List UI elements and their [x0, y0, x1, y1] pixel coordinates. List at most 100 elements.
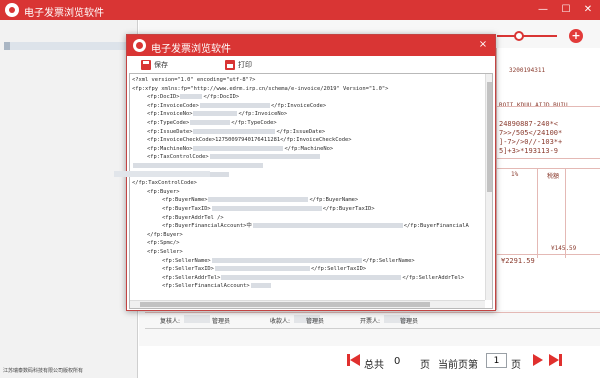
drawer-value: 管理员: [400, 318, 419, 325]
xml-text: <?xml version="1.0" encoding="utf-8"?>: [132, 77, 256, 83]
first-page-icon[interactable]: [347, 353, 361, 367]
xml-line: <fp:SellerFinancialAccount>: [162, 282, 272, 290]
app-title: 电子发票浏览软件: [24, 8, 104, 19]
xml-line: <fp:BuyerName> </fp:BuyerName>: [162, 196, 358, 204]
payee-label: 收款人:: [270, 318, 291, 325]
xml-line: <fp:Spmc/>: [147, 239, 179, 247]
dialog-close-button[interactable]: ×: [476, 38, 490, 52]
xml-line: <fp:xfpy xmlns:fp="http://www.edrm.irp.c…: [132, 85, 388, 93]
redacted-block: [193, 111, 238, 117]
save-button[interactable]: 保存: [141, 59, 168, 71]
xml-line: [132, 162, 264, 170]
xml-text: <fp:IssueDate>: [147, 128, 193, 135]
cipher-line: 24890887-240*<: [499, 120, 559, 128]
xml-text: </fp:SellerName>: [362, 257, 415, 264]
xml-line: <fp:SellerAddrTel> </fp:SellerAddrTel>: [162, 274, 464, 282]
dialog-logo-icon: [133, 39, 146, 52]
xml-line: <fp:DocID> </fp:DocID>: [147, 93, 239, 101]
xml-text: </fp:BuyerTaxID>: [322, 206, 375, 212]
xml-line: <fp:TaxControlCode>: [147, 153, 321, 161]
save-icon: [141, 60, 151, 70]
total-pages-label: 总共: [364, 360, 384, 371]
xml-line: <fp:InvoiceCode> </fp:InvoiceCode>: [147, 102, 326, 110]
cipher-line: 5]+3>*193113-9: [499, 147, 559, 155]
xml-text: <fp:SellerName>: [162, 257, 211, 264]
xml-line: <fp:TypeCode> </fp:TypeCode>: [147, 119, 277, 127]
invoice-divider: [497, 106, 600, 107]
scrollbar-thumb[interactable]: [140, 302, 430, 307]
last-page-icon[interactable]: [549, 353, 563, 367]
xml-text: <fp:InvoiceNo>: [147, 111, 193, 118]
next-page-icon[interactable]: [533, 353, 543, 367]
xml-text: </fp:SellerAddrTel>: [402, 274, 465, 281]
xml-text: <fp:TaxControlCode>: [147, 154, 209, 161]
xml-text: </fp:SellerTaxID>: [310, 266, 367, 273]
xml-text: </fp:InvoiceCode>: [270, 102, 327, 109]
print-icon: [225, 60, 235, 70]
xml-text: <fp:Buyer>: [147, 188, 180, 195]
drawer-label: 开票人:: [360, 318, 381, 325]
xml-line: <fp:MachineNo> </fp:MachineNo>: [147, 145, 333, 153]
xml-text: <fp:SellerTaxID>: [162, 266, 214, 273]
vertical-scrollbar[interactable]: [485, 74, 492, 300]
xml-line: <fp:IssueDate> </fp:IssueDate>: [147, 128, 325, 136]
xml-line: <fp:SellerTaxID> </fp:SellerTaxID>: [162, 265, 366, 273]
xml-text: <fp:InvoiceCode>: [147, 102, 199, 109]
zoom-slider-handle[interactable]: [514, 31, 524, 41]
xml-line: </fp:Buyer>: [147, 231, 183, 239]
total-pages-unit: 页: [420, 360, 430, 371]
xml-line: <?xml version="1.0" encoding="utf-8"?>: [132, 76, 255, 84]
print-button[interactable]: 打印: [225, 59, 252, 71]
zoom-slider-track[interactable]: [497, 35, 557, 37]
xml-line: <fp:InvoiceNo> </fp:InvoiceNo>: [147, 110, 287, 118]
minimize-button[interactable]: —: [535, 2, 551, 18]
xml-text: </fp:BuyerName>: [309, 197, 359, 204]
invoice-divider: [537, 168, 538, 258]
redacted-block: [252, 223, 403, 229]
current-page-input[interactable]: [486, 353, 507, 368]
redacted-block: [190, 120, 231, 125]
xml-text: <fp:BuyerFinancialAccount>中: [162, 223, 252, 230]
xml-text: </fp:TypeCode>: [231, 120, 277, 126]
file-list-panel: 江苏瑞泰数码科技有限公司版权所有: [0, 20, 138, 378]
xml-text: </fp:InvoiceNo>: [238, 111, 288, 118]
redacted-block: [114, 171, 210, 177]
maximize-button[interactable]: ☐: [558, 2, 574, 18]
invoice-divider: [497, 254, 600, 255]
redacted-block: [180, 94, 203, 100]
file-list-item[interactable]: [4, 42, 130, 50]
redacted-block: [211, 206, 322, 211]
horizontal-scrollbar[interactable]: [130, 300, 485, 308]
xml-text: </fp:IssueDate>: [276, 128, 326, 135]
xml-line: <fp:Seller>: [147, 248, 183, 256]
xml-text: <fp:SellerFinancialAccount>: [162, 283, 250, 290]
redacted-block: [211, 257, 362, 263]
tax-total: ¥145.59: [551, 245, 577, 252]
invoice-number: 3200194311: [509, 67, 546, 74]
zoom-in-icon[interactable]: +: [569, 29, 583, 43]
save-label: 保存: [154, 61, 168, 69]
xml-text: <fp:BuyerAddrTel />: [162, 214, 224, 221]
invoice-divider: [497, 168, 600, 169]
xml-content-area[interactable]: <?xml version="1.0" encoding="utf-8"?> <f…: [129, 73, 493, 309]
xml-line: <fp:SellerName> </fp:SellerName>: [162, 257, 415, 265]
xml-text: </fp:TaxControlCode>: [132, 180, 197, 187]
invoice-signers: 复核人: 管理员 收款人: 管理员 开票人: 管理员: [160, 313, 500, 327]
scrollbar-thumb[interactable]: [487, 82, 492, 192]
dialog-title-bar: 电子发票浏览软件 ×: [127, 35, 495, 56]
invoice-divider: [145, 328, 600, 329]
xml-line: <fp:BuyerAddrTel />: [162, 214, 224, 222]
close-button[interactable]: ✕: [580, 2, 596, 18]
xml-line: </fp:TaxControlCode>: [132, 179, 197, 187]
redacted-block: [193, 145, 284, 151]
reviewer-value: 管理员: [212, 318, 231, 325]
tax-amount-label: 税額: [547, 173, 560, 180]
xml-text: <fp:DocID>: [147, 94, 180, 101]
payee-value: 管理员: [306, 318, 325, 325]
xml-text: <fp:BuyerTaxID>: [162, 206, 211, 212]
reviewer-label: 复核人:: [160, 318, 181, 325]
redacted-block: [133, 163, 263, 168]
grand-total: ¥2291.59: [501, 257, 535, 265]
xml-line: <fp:InvoiceCheckCode>1275009794017641128…: [147, 136, 351, 144]
xml-line: <fp:BuyerFinancialAccount>中 </fp:BuyerFin…: [162, 222, 469, 230]
